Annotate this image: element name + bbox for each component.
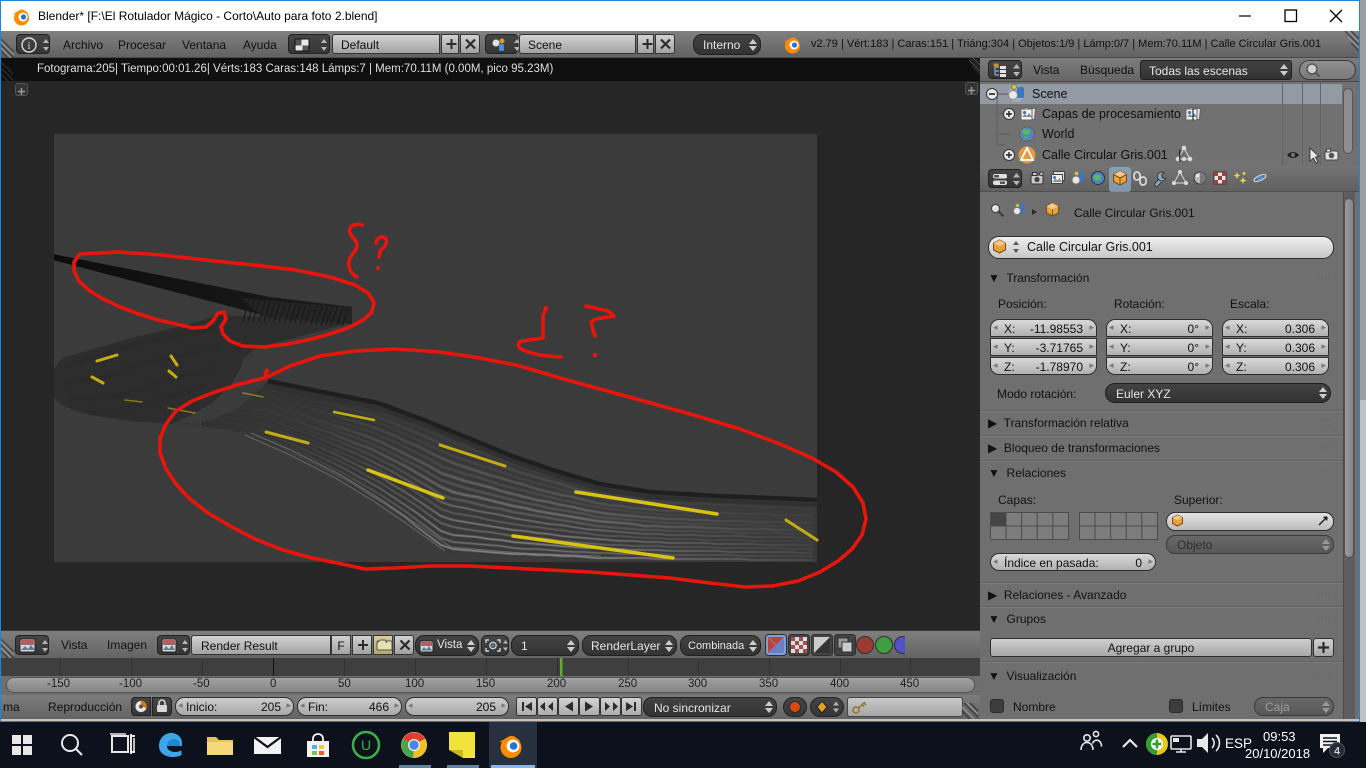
svg-text:20/10/2018: 20/10/2018	[1245, 746, 1310, 761]
svg-text:i: i	[27, 40, 30, 52]
svg-text:U: U	[361, 737, 371, 753]
svg-text:4: 4	[1334, 746, 1340, 758]
svg-text:09:53: 09:53	[1263, 729, 1296, 744]
